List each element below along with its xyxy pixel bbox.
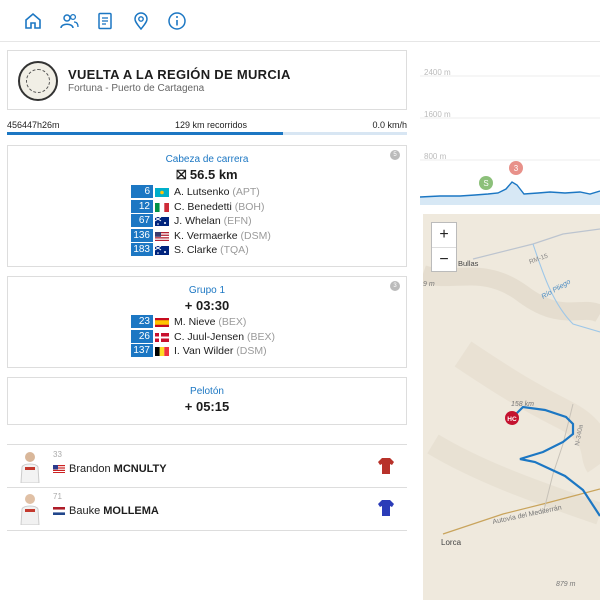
bib-number: 26: [131, 329, 153, 343]
zoom-in-button[interactable]: +: [432, 223, 456, 247]
flag-us-icon: [53, 465, 65, 474]
team-code: (APT): [232, 186, 260, 198]
jersey-icon: [378, 458, 394, 474]
group-title: Grupo 1: [188, 285, 226, 296]
progress-fill: [7, 132, 283, 135]
rider-name: A. Lutsenko (APT): [174, 186, 260, 198]
map-zoom-control: + −: [431, 222, 457, 272]
flag-es-icon: [155, 318, 169, 327]
rider-row[interactable]: 23 M. Nieve (BEX): [8, 315, 406, 330]
group-title: Pelotón: [190, 386, 224, 397]
climb-marker-label: 3: [514, 164, 519, 173]
rider-name: C. Benedetti (BOH): [174, 200, 265, 213]
bib-number: 67: [131, 214, 153, 227]
bib-number: 23: [131, 315, 153, 328]
bib-number: 137: [131, 344, 153, 357]
distance-covered: 129 km recorridos: [175, 120, 248, 130]
flag-it-icon: [155, 202, 169, 212]
rider-count-badge: 3: [390, 281, 400, 291]
race-header: VUELTA A LA REGIÓN DE MURCIA Fortuna - P…: [7, 50, 407, 110]
rider-name: M. Nieve (BEX): [174, 316, 247, 328]
map-label: 879 m: [556, 581, 576, 588]
document-icon[interactable]: [95, 11, 115, 31]
rider-row[interactable]: 137 I. Van Wilder (DSM): [8, 344, 406, 359]
race-logo: [18, 61, 58, 101]
team-code: (EFN): [223, 215, 252, 227]
race-title: VUELTA A LA REGIÓN DE MURCIA: [68, 67, 291, 82]
users-icon[interactable]: [59, 11, 79, 31]
flag-kz-icon: [155, 188, 169, 197]
map-label: RM-15: [528, 252, 549, 265]
group-gap: + 03:30: [184, 298, 230, 313]
rider-avatar: [20, 452, 40, 483]
team-code: (DSM): [240, 229, 271, 242]
team-code: (BEX): [218, 316, 247, 328]
top-nav: [0, 0, 600, 42]
y-label: 800 m: [424, 152, 447, 161]
bib-number: 6: [131, 185, 153, 198]
y-label: 1600 m: [424, 110, 451, 119]
flag-au-icon: [155, 217, 169, 226]
flag-au-icon: [155, 246, 169, 255]
rider-row[interactable]: 67 J. Whelan (EFN): [8, 214, 406, 229]
group-gap: ⛝ 56.5 km: [176, 167, 238, 182]
flag-us-icon: [155, 231, 169, 241]
map-label: Río Pliego: [541, 278, 573, 300]
team-code: (TQA): [220, 244, 249, 256]
map-label: Bullas: [458, 259, 479, 268]
bib-number: 183: [131, 243, 153, 256]
svg-text:HC: HC: [507, 416, 517, 423]
group-title: Cabeza de carrera: [165, 154, 249, 165]
bib-number: 12: [131, 199, 153, 213]
jersey-icon: [378, 500, 394, 516]
group-gap: + 05:15: [184, 399, 230, 414]
team-code: (BOH): [234, 200, 265, 213]
location-pin-icon[interactable]: [131, 11, 151, 31]
rider-name: I. Van Wilder (DSM): [174, 345, 267, 357]
rider-card[interactable]: 33 Brandon MCNULTY: [7, 444, 407, 488]
bib-number: 136: [131, 228, 153, 242]
rider-name: Bauke MOLLEMA: [53, 505, 159, 517]
current-speed: 0.0 km/h: [372, 120, 407, 130]
team-code: (BEX): [246, 330, 275, 343]
rider-row[interactable]: 12 C. Benedetti (BOH): [8, 199, 406, 215]
elevation-profile: 2400 m 1600 m 800 m S 3: [420, 68, 600, 205]
team-code: (DSM): [236, 345, 267, 357]
rider-row[interactable]: 26 C. Juul-Jensen (BEX): [8, 329, 406, 345]
progress-bar: [7, 132, 407, 135]
map-label: 158 km: [511, 401, 534, 408]
group-head-of-race[interactable]: 5 Cabeza de carrera ⛝ 56.5 km 6 A. Lutsen…: [7, 145, 407, 267]
rider-number: 71: [53, 492, 62, 501]
rider-name: Brandon MCNULTY: [53, 463, 167, 475]
rider-row[interactable]: 6 A. Lutsenko (APT): [8, 185, 406, 200]
home-icon[interactable]: [23, 11, 43, 31]
map-label: Lorca: [441, 538, 462, 547]
sprint-marker-label: S: [483, 179, 488, 188]
rider-name: C. Juul-Jensen (BEX): [174, 330, 275, 343]
y-label: 2400 m: [424, 68, 451, 77]
rider-row[interactable]: 136 K. Vermaerke (DSM): [8, 228, 406, 244]
rider-count-badge: 5: [390, 150, 400, 160]
rider-name: K. Vermaerke (DSM): [174, 229, 271, 242]
group-peloton[interactable]: Pelotón + 05:15: [7, 377, 407, 425]
rider-card[interactable]: 71 Bauke MOLLEMA: [7, 487, 407, 531]
map-label: 9 m: [423, 281, 435, 288]
flag-dk-icon: [155, 332, 169, 342]
rider-name: J. Whelan (EFN): [174, 215, 252, 227]
flag-nl-icon: [53, 507, 65, 516]
info-icon[interactable]: [167, 11, 187, 31]
flag-be-icon: [155, 347, 169, 356]
rider-number: 33: [53, 450, 62, 459]
zoom-out-button[interactable]: −: [432, 247, 456, 271]
rider-row[interactable]: 183 S. Clarke (TQA): [8, 243, 406, 258]
race-subtitle: Fortuna - Puerto de Cartagena: [68, 83, 205, 94]
rider-avatar: [20, 494, 40, 525]
elapsed-time: 456447h26m: [7, 120, 60, 130]
race-progress: 456447h26m 129 km recorridos 0.0 km/h: [7, 118, 407, 136]
rider-name: S. Clarke (TQA): [174, 244, 249, 256]
group-1[interactable]: 3 Grupo 1 + 03:30 23 M. Nieve (BEX) 26 C. J…: [7, 276, 407, 368]
checkered-flag-icon: ⛝: [176, 167, 187, 182]
